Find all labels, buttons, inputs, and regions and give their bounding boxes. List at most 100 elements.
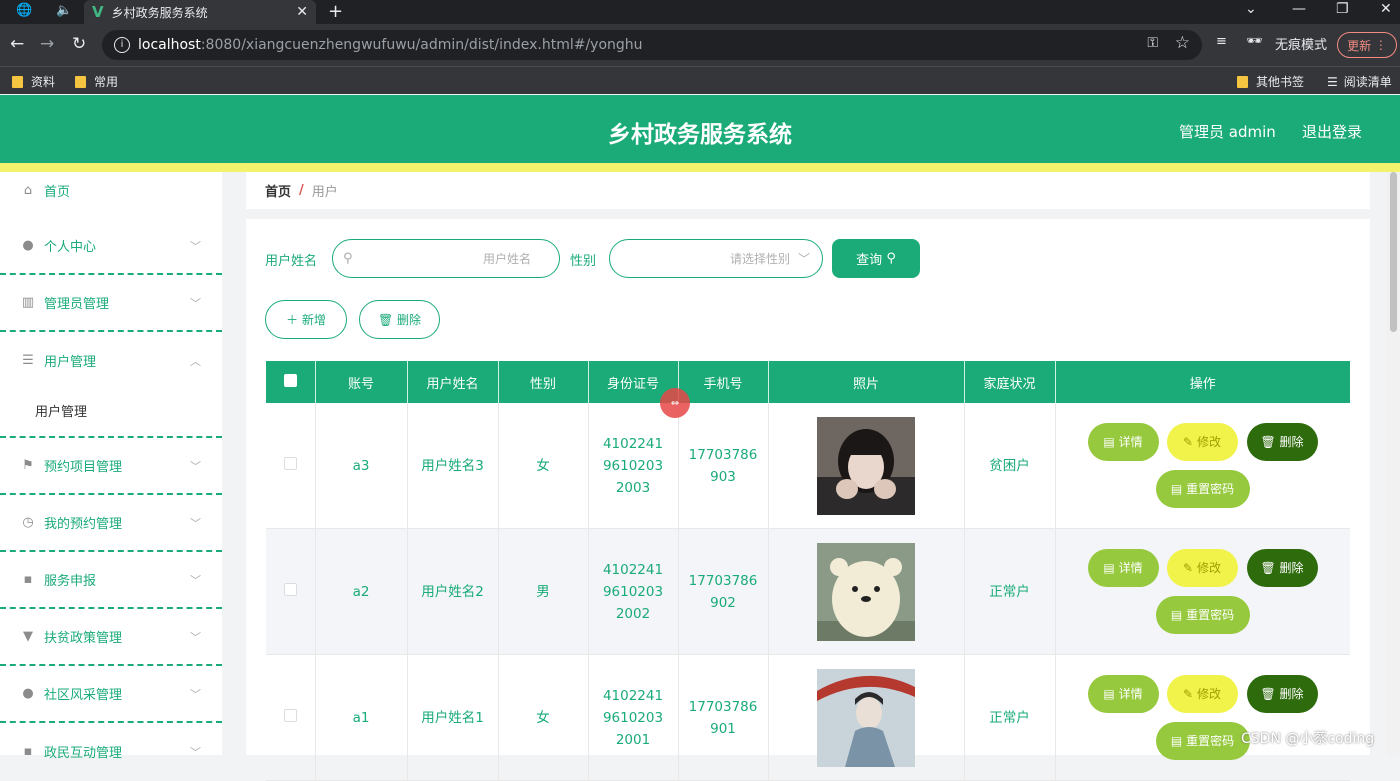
back-icon[interactable]: ←: [10, 34, 24, 54]
account-cell: a1: [315, 654, 408, 781]
detail-label: 详情: [1118, 687, 1143, 701]
detail-button[interactable]: ▤ 详情: [1087, 423, 1159, 461]
delete-label: 删除: [397, 313, 422, 327]
row-checkbox[interactable]: [283, 456, 297, 470]
detail-button[interactable]: ▤ 详情: [1087, 549, 1159, 587]
sidebar-item-community[interactable]: ● 社区风采管理 ﹀: [0, 666, 222, 723]
detail-button[interactable]: ▤ 详情: [1087, 675, 1159, 713]
breadcrumb-home[interactable]: 首页: [265, 181, 291, 200]
query-button[interactable]: 查询 ⚲: [832, 239, 920, 278]
sign-icon: ▼: [23, 629, 33, 644]
close-icon[interactable]: ✕: [296, 4, 308, 20]
reading-list[interactable]: ☰ 阅读清单: [1327, 73, 1392, 90]
sidebar-item-service-apply[interactable]: ▪ 服务申报 ﹀: [0, 552, 222, 609]
sidebar-item-admin[interactable]: ▥ 管理员管理 ﹀: [0, 275, 222, 332]
reset-password-button[interactable]: ▤ 重置密码: [1155, 722, 1250, 760]
edit-label: 修改: [1196, 561, 1221, 575]
edit-button[interactable]: ✎ 修改: [1166, 549, 1238, 587]
user-photo: [817, 668, 915, 767]
edit-button[interactable]: ✎ 修改: [1166, 675, 1238, 713]
globe-icon[interactable]: 🌐: [16, 3, 32, 18]
gender-cell: 男: [498, 528, 589, 655]
column-header: 账号: [315, 361, 408, 403]
row-checkbox[interactable]: [283, 582, 297, 596]
watermark: CSDN @小蔡coding: [1241, 731, 1375, 747]
incognito-icon: 🕶: [1246, 34, 1263, 49]
chevron-down-icon: ﹀: [797, 252, 810, 266]
new-tab-icon[interactable]: +: [328, 1, 343, 22]
select-all-checkbox[interactable]: [283, 373, 297, 387]
tab-title: 乡村政务服务系统: [111, 5, 208, 20]
forward-icon[interactable]: →: [40, 34, 54, 54]
operations-cell: ▤ 详情 ✎ 修改 🗑 删除 ▤ 重置密码: [1055, 403, 1350, 529]
delete-label: 删除: [1279, 435, 1304, 449]
chevron-down-icon: ﹀: [190, 296, 201, 310]
phone-cell: 17703786902: [678, 528, 769, 655]
app-header: 乡村政务服务系统 管理员 admin 退出登录: [0, 95, 1400, 163]
chevron-down-icon: ﹀: [190, 687, 201, 701]
chevron-down-icon[interactable]: ⌄: [1245, 1, 1257, 17]
sidebar-item-my-bookings[interactable]: ◷ 我的预约管理 ﹀: [0, 495, 222, 552]
edit-button[interactable]: ✎ 修改: [1166, 423, 1238, 461]
row-select-cell: [266, 528, 316, 655]
name-search-input[interactable]: ⚲ 用户姓名: [332, 239, 560, 278]
scrollbar-thumb[interactable]: [1390, 172, 1397, 332]
sidebar-item-label: 用户管理: [44, 355, 97, 370]
current-user: 管理员 admin: [1179, 123, 1276, 141]
sidebar-item-users[interactable]: ☰ 用户管理 ︿: [0, 332, 222, 389]
sidebar-item-interaction[interactable]: ▪ 政民互动管理 ﹀: [0, 723, 222, 780]
restore-icon[interactable]: ❐: [1336, 1, 1349, 17]
bookmark-item[interactable]: 常用: [75, 73, 118, 90]
vue-logo-icon: V: [92, 3, 104, 21]
star-icon[interactable]: ☆: [1175, 33, 1190, 53]
key-icon[interactable]: ⚿: [1147, 35, 1158, 51]
reset-password-button[interactable]: ▤ 重置密码: [1155, 596, 1250, 634]
page-scrollbar[interactable]: [1387, 172, 1400, 755]
url-field[interactable]: i localhost:8080/xiangcuenzhengwufuwu/ad…: [102, 30, 1202, 60]
column-header: 照片: [768, 361, 965, 403]
browser-tab-strip: 🌐 🔈 V 乡村政务服务系统 ✕ + ⌄ — ❐ ✕: [0, 0, 1400, 24]
phone-number: 17703786902: [688, 572, 758, 611]
add-button[interactable]: ＋ 新增: [265, 300, 347, 339]
user-icon: ●: [22, 238, 34, 253]
gender-filter-label: 性别: [570, 254, 597, 269]
reset-password-button[interactable]: ▤ 重置密码: [1155, 470, 1250, 508]
minimize-icon[interactable]: —: [1292, 1, 1306, 17]
gender-select[interactable]: 请选择性别 ﹀: [609, 239, 823, 278]
queue-icon[interactable]: ≡: [1216, 34, 1227, 49]
id-number-cell: 410224196102032003: [588, 403, 679, 529]
info-icon[interactable]: i: [114, 37, 130, 53]
submenu-user-management[interactable]: 用户管理: [0, 384, 222, 438]
browser-tab[interactable]: V 乡村政务服务系统 ✕: [84, 0, 316, 24]
edit-icon: ✎: [1183, 435, 1194, 449]
breadcrumb-separator: /: [299, 183, 304, 198]
phone-number: 17703786903: [688, 446, 758, 485]
edit-icon: ✎: [1183, 561, 1194, 575]
select-all-header[interactable]: [266, 361, 316, 403]
logout-link[interactable]: 退出登录: [1302, 121, 1362, 142]
chevron-down-icon: ﹀: [190, 573, 201, 587]
audio-icon[interactable]: 🔈: [56, 3, 72, 18]
bulk-delete-button[interactable]: 🗑 删除: [359, 300, 440, 339]
user-table: 账号 用户姓名 性别 身份证号 手机号 照片 家庭状况 操作 a3 用户姓名3 …: [266, 361, 1350, 781]
folder-icon: [12, 75, 23, 88]
name-cell: 用户姓名2: [407, 528, 499, 655]
window-close-icon[interactable]: ✕: [1380, 1, 1392, 17]
row-checkbox[interactable]: [283, 708, 297, 722]
other-bookmarks[interactable]: 其他书签: [1237, 73, 1304, 90]
sidebar-item-booking-projects[interactable]: ⚑ 预约项目管理 ﹀: [0, 438, 222, 495]
query-label: 查询: [856, 253, 883, 268]
update-button[interactable]: 更新 ⋮: [1337, 32, 1397, 58]
sidebar-item-poverty-policy[interactable]: ▼ 扶贫政策管理 ﹀: [0, 609, 222, 666]
delete-button[interactable]: 🗑 删除: [1246, 675, 1318, 713]
delete-button[interactable]: 🗑 删除: [1246, 423, 1318, 461]
sidebar-item-home[interactable]: ⌂ 首页: [0, 162, 222, 219]
edit-label: 修改: [1196, 687, 1221, 701]
name-cell: 用户姓名1: [407, 654, 499, 781]
id-number-cell: 410224196102032001: [588, 654, 679, 781]
reload-icon[interactable]: ↻: [72, 34, 86, 54]
delete-button[interactable]: 🗑 删除: [1246, 549, 1318, 587]
sidebar-item-profile[interactable]: ● 个人中心 ﹀: [0, 218, 222, 275]
other-bookmarks-label: 其他书签: [1256, 75, 1305, 89]
bookmark-item[interactable]: 资料: [12, 73, 55, 90]
